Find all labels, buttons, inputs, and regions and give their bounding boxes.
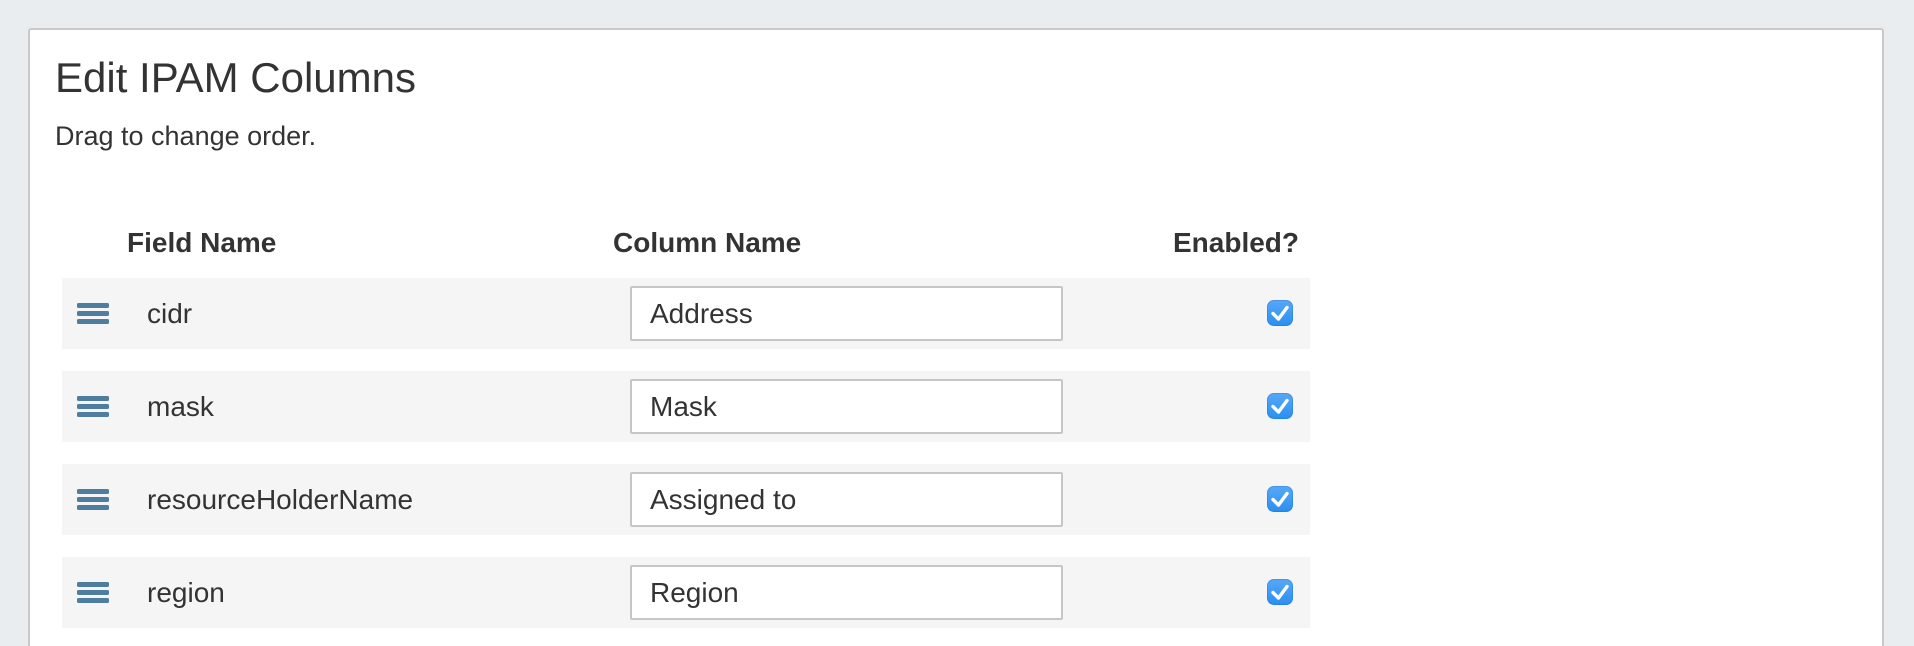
page-title: Edit IPAM Columns [55, 54, 416, 102]
column-name-input[interactable] [630, 472, 1063, 527]
column-name-input[interactable] [630, 565, 1063, 620]
field-name-label: cidr [147, 298, 192, 330]
drag-handle-icon[interactable] [77, 489, 109, 510]
drag-handle-icon[interactable] [77, 582, 109, 603]
drag-handle-icon[interactable] [77, 396, 109, 417]
field-name-label: region [147, 577, 225, 609]
check-icon [1267, 579, 1293, 605]
column-row-region: region [62, 557, 1310, 628]
column-row-cidr: cidr [62, 278, 1310, 349]
column-row-mask: mask [62, 371, 1310, 442]
column-name-input[interactable] [630, 379, 1063, 434]
column-rows-list: cidr mask re [62, 278, 1310, 646]
enabled-checkbox[interactable] [1267, 393, 1293, 419]
field-name-header: Field Name [127, 227, 276, 259]
check-icon [1267, 300, 1293, 326]
column-row-resource-holder: resourceHolderName [62, 464, 1310, 535]
enabled-checkbox[interactable] [1267, 579, 1293, 605]
drag-handle-icon[interactable] [77, 303, 109, 324]
enabled-header: Enabled? [1173, 227, 1299, 259]
column-name-header: Column Name [613, 227, 801, 259]
field-name-label: resourceHolderName [147, 484, 413, 516]
check-icon [1267, 486, 1293, 512]
column-name-input[interactable] [630, 286, 1063, 341]
check-icon [1267, 393, 1293, 419]
drag-hint-text: Drag to change order. [55, 121, 316, 152]
edit-ipam-columns-panel: Edit IPAM Columns Drag to change order. … [28, 28, 1884, 646]
enabled-checkbox[interactable] [1267, 300, 1293, 326]
enabled-checkbox[interactable] [1267, 486, 1293, 512]
field-name-label: mask [147, 391, 214, 423]
